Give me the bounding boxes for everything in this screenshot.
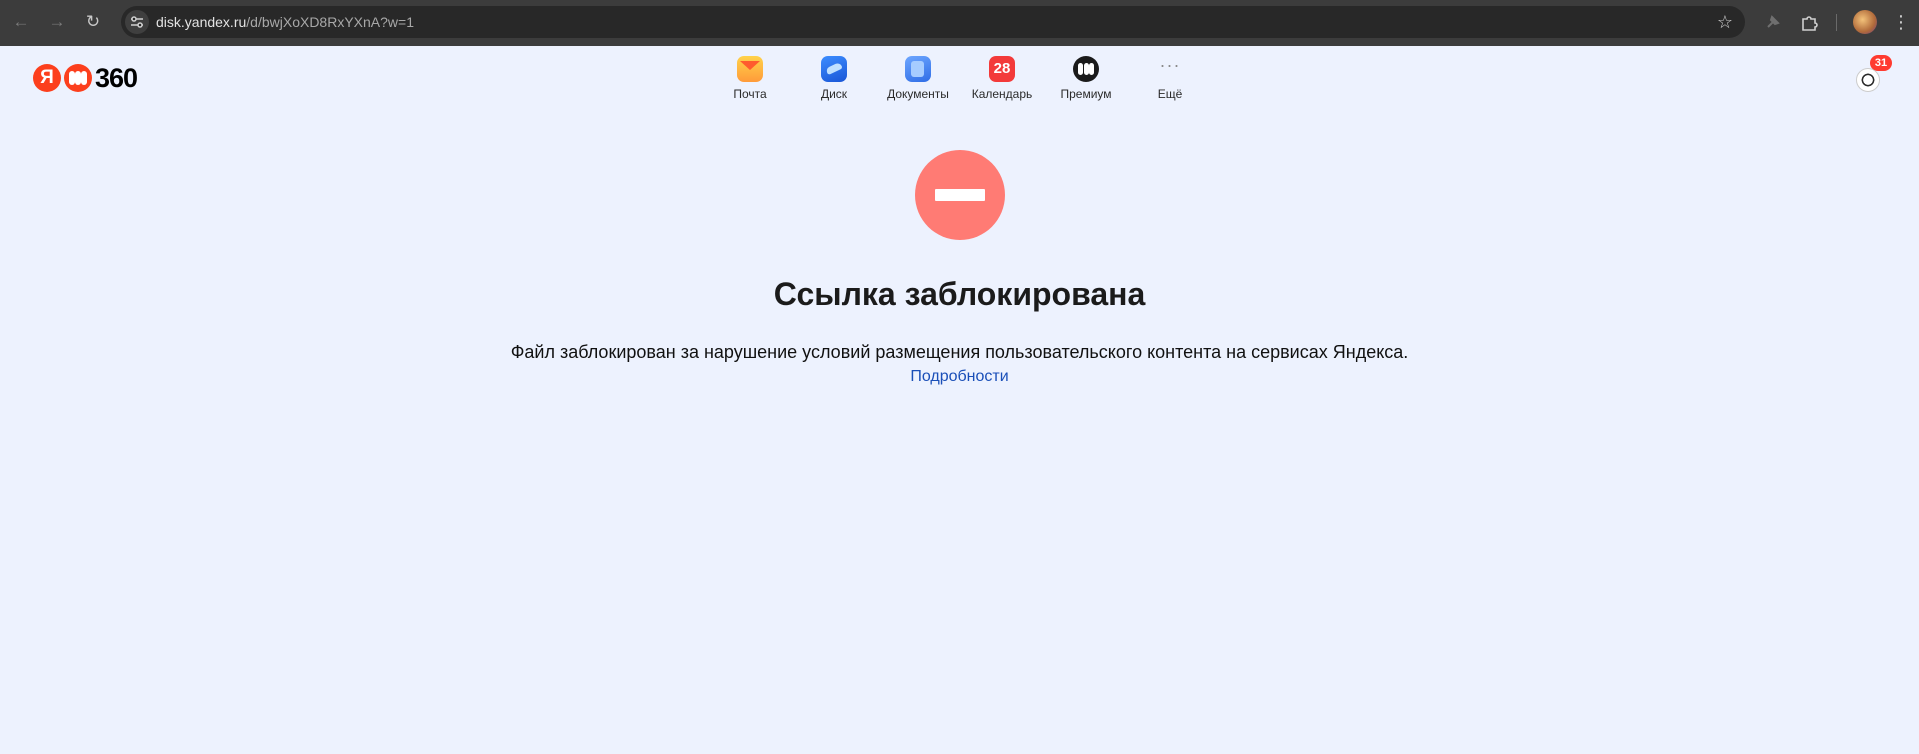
service-calendar[interactable]: 28 Календарь <box>962 56 1042 101</box>
calendar-icon: 28 <box>989 56 1015 82</box>
service-label: Премиум <box>1060 87 1112 101</box>
url-text[interactable]: disk.yandex.ru/d/bwjXoXD8RxYXnA?w=1 <box>156 14 414 30</box>
services-nav: Почта Диск Документы 28 Календарь Премиу… <box>0 56 1919 106</box>
bookmark-star-icon[interactable]: ☆ <box>1717 11 1733 33</box>
reload-icon[interactable]: ↻ <box>82 11 104 33</box>
address-bar[interactable]: disk.yandex.ru/d/bwjXoXD8RxYXnA?w=1 ☆ <box>121 6 1745 38</box>
extension-pin-icon[interactable] <box>1762 11 1784 33</box>
service-disk[interactable]: Диск <box>794 56 874 101</box>
extensions-puzzle-icon[interactable] <box>1798 11 1820 33</box>
service-mail[interactable]: Почта <box>710 56 790 101</box>
page-title: Ссылка заблокирована <box>773 276 1146 312</box>
user-avatar[interactable] <box>1856 68 1880 92</box>
service-label: Почта <box>733 87 767 101</box>
forward-arrow-icon[interactable]: → <box>46 11 68 33</box>
more-icon: ··· <box>1159 55 1181 75</box>
site-settings-icon[interactable] <box>125 10 149 34</box>
toolbar-divider <box>1836 14 1837 31</box>
documents-icon <box>905 56 931 82</box>
premium-icon <box>1073 56 1099 82</box>
blocked-icon <box>915 150 1005 240</box>
details-link[interactable]: Подробности <box>0 368 1919 386</box>
service-label: Диск <box>820 87 848 101</box>
url-path: /d/bwjXoXD8RxYXnA?w=1 <box>246 14 414 30</box>
service-label: Календарь <box>971 87 1033 101</box>
browser-menu-icon[interactable]: ⋮ <box>1892 11 1910 33</box>
back-arrow-icon[interactable]: ← <box>10 11 32 33</box>
mail-icon <box>737 56 763 82</box>
service-more[interactable]: ··· Ещё <box>1130 56 1210 101</box>
notification-badge: 31 <box>1870 55 1892 71</box>
service-documents[interactable]: Документы <box>878 56 958 101</box>
service-label: Документы <box>887 87 949 101</box>
url-host: disk.yandex.ru <box>156 14 247 30</box>
disk-icon <box>821 56 847 82</box>
service-label: Ещё <box>1157 87 1183 101</box>
service-premium[interactable]: Премиум <box>1046 56 1126 101</box>
block-description: Файл заблокирован за нарушение условий р… <box>510 342 1409 362</box>
browser-toolbar: ← → ↻ disk.yandex.ru/d/bwjXoXD8RxYXnA?w=… <box>0 0 1919 46</box>
browser-profile-avatar[interactable] <box>1853 10 1877 34</box>
